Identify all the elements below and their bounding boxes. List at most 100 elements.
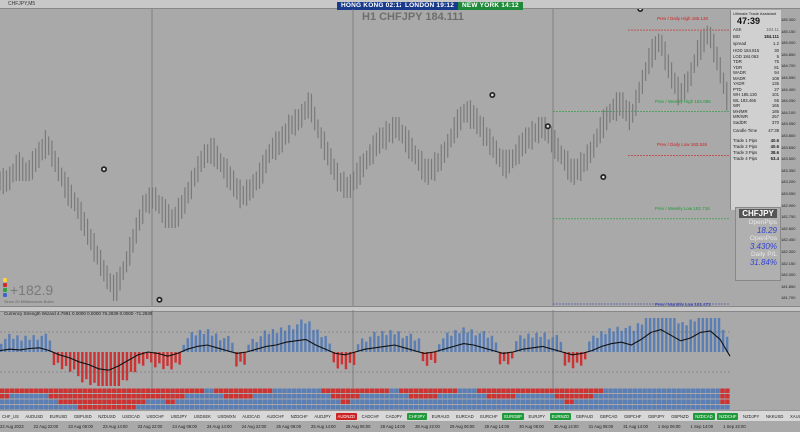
symbol-button[interactable]: CADCHF — [360, 413, 381, 420]
strength-histogram-bar — [697, 318, 700, 352]
symbol-button[interactable]: NZDUSD — [96, 413, 117, 420]
symbol-button[interactable]: GBPAUD — [574, 413, 595, 420]
strength-histogram-bar — [373, 331, 376, 352]
symbol-button[interactable]: EURAUD — [430, 413, 452, 420]
strength-grid-cell — [705, 394, 711, 399]
strength-grid-cell — [146, 399, 151, 404]
strength-grid-cell — [170, 394, 175, 399]
strength-grid-cell — [97, 394, 102, 399]
strength-grid-cell — [199, 399, 204, 404]
symbol-button[interactable]: AUDNZD — [335, 413, 357, 420]
strength-grid-cell — [282, 399, 287, 404]
strength-grid-cell — [165, 388, 170, 393]
strength-grid-cell — [29, 388, 34, 393]
symbol-button[interactable]: USDJPY — [169, 413, 190, 420]
symbol-button[interactable]: USDCAD — [120, 413, 142, 420]
symbol-button[interactable]: NZDJPY — [741, 413, 761, 420]
symbol-button[interactable]: CHF_US — [0, 413, 21, 420]
strength-grid-cell — [306, 388, 312, 393]
strength-grid-cell — [257, 405, 263, 410]
symbol-button[interactable]: GBPNZD — [669, 413, 690, 420]
symbol-button[interactable]: NZDCHF — [717, 413, 739, 420]
strength-grid-cell — [223, 405, 229, 410]
symbol-button[interactable]: GBPCHF — [622, 413, 643, 420]
strength-grid-cell — [486, 394, 492, 399]
strength-grid-cell — [24, 405, 29, 410]
time-tick: 28 Aug 22:00 — [415, 424, 440, 429]
strength-grid-cell — [384, 399, 389, 404]
strength-grid-cell — [77, 394, 83, 399]
trade-assistant-panel: Ultimate Trade Assistant 47:39 ASK 184.11… — [730, 10, 781, 210]
symbol-button[interactable]: EURNZD — [549, 413, 572, 420]
strength-grid-cell — [82, 394, 88, 399]
strength-grid-cell — [525, 399, 531, 404]
currency-strength-chart[interactable] — [0, 310, 780, 388]
strength-grid-cell — [632, 405, 638, 410]
strength-grid-cell — [433, 399, 438, 404]
strength-grid-cell — [384, 394, 389, 399]
symbol-button[interactable]: EURJPY — [527, 413, 548, 420]
price-chart[interactable] — [0, 9, 780, 306]
panel-stat-row: WH 185.130 101 — [733, 92, 779, 97]
symbol-button[interactable]: NZDCAD — [693, 413, 715, 420]
strength-grid-cell — [632, 388, 638, 393]
strength-grid-cell — [438, 399, 443, 404]
strength-grid-cell — [107, 405, 112, 410]
strength-grid-cell — [540, 394, 545, 399]
symbol-button[interactable]: NZDCHF — [289, 413, 310, 420]
symbol-button[interactable]: AUDUSD — [23, 413, 45, 420]
symbol-button[interactable]: GBPJPY — [646, 413, 667, 420]
strength-grid-cell — [68, 405, 73, 410]
symbol-button[interactable]: NKKUSD — [764, 413, 785, 420]
strength-grid-cell — [652, 388, 657, 393]
strength-grid-cell — [491, 388, 496, 393]
symbol-button[interactable]: EURGBP — [502, 413, 524, 420]
strength-grid-cell — [92, 405, 97, 410]
symbol-button[interactable]: GBPCAD — [598, 413, 620, 420]
strength-grid-cell — [330, 388, 336, 393]
symbol-button[interactable]: AUDJPY — [312, 413, 333, 420]
strength-grid-cell — [287, 399, 292, 404]
symbol-button[interactable]: AUDCHF — [265, 413, 286, 420]
symbol-button[interactable]: EURCHF — [478, 413, 499, 420]
strength-grid-cell — [559, 394, 565, 399]
strength-grid-cell — [58, 394, 63, 399]
strength-grid-cell — [150, 388, 156, 393]
strength-grid-cell — [496, 405, 501, 410]
strength-grid-cell — [632, 399, 638, 404]
strength-grid-cell — [549, 394, 555, 399]
yellow-dot-icon[interactable] — [3, 278, 7, 282]
symbol-button[interactable]: AUDCAD — [240, 413, 262, 420]
symbol-button[interactable]: XAUUSD — [788, 413, 800, 420]
strength-grid-cell — [695, 394, 701, 399]
indicator-title: Currency Strength Wizard 4.7991 0.0000 0… — [4, 311, 152, 316]
blue-dot-icon[interactable] — [3, 293, 7, 297]
strength-grid-cell — [530, 399, 535, 404]
strength-grid-cell — [389, 399, 394, 404]
strength-grid-cell — [540, 405, 545, 410]
symbol-button[interactable]: EURUSD — [48, 413, 70, 420]
symbol-button[interactable]: EURCAD — [454, 413, 476, 420]
symbol-button[interactable]: CHFJPY — [406, 413, 428, 420]
strength-grid-cell — [535, 388, 540, 393]
strength-grid-cell — [14, 399, 20, 404]
strength-grid-cell — [564, 405, 569, 410]
symbol-button[interactable]: USDMXN — [216, 413, 238, 420]
symbol-button[interactable]: USDSEK — [192, 413, 213, 420]
green-dot-icon[interactable] — [3, 288, 7, 292]
strength-grid-cell — [525, 388, 531, 393]
symbol-button[interactable]: USDCHF — [145, 413, 166, 420]
strength-histogram-bar — [166, 352, 169, 366]
strength-grid-cell — [452, 388, 458, 393]
strength-grid-cell — [189, 405, 195, 410]
strength-grid-cell — [189, 399, 195, 404]
symbol-button[interactable]: CADJPY — [384, 413, 405, 420]
symbol-button[interactable]: GBPUSD — [72, 413, 94, 420]
strength-grid-cell — [496, 399, 501, 404]
red-dot-icon[interactable] — [3, 283, 7, 287]
strength-grid-cell — [365, 394, 370, 399]
strength-grid-cell — [136, 394, 141, 399]
strength-grid-cell — [496, 388, 501, 393]
strength-grid-cell — [642, 405, 647, 410]
strength-grid-cell — [306, 399, 312, 404]
